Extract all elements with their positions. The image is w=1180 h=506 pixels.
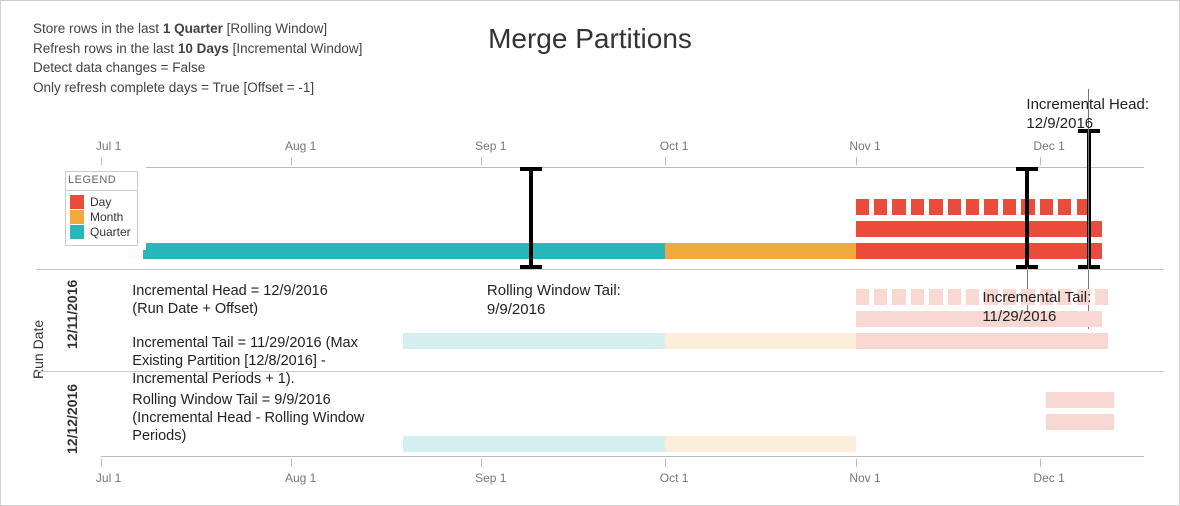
settings-line-2a: Refresh rows in the last xyxy=(33,41,178,56)
annotation-head-eq: Incremental Head = 12/9/2016 (Run Date +… xyxy=(132,282,327,318)
legend-label-month: Month xyxy=(90,210,123,224)
annotation-roll-eq: Rolling Window Tail = 9/9/2016 (Incremen… xyxy=(132,391,364,445)
tick-sep-top: Sep 1 xyxy=(475,139,506,153)
tick-jul-top: Jul 1 xyxy=(96,139,121,153)
plot-wrap: Run Date 12/11/2016 12/12/2016 Jul 1 Aug… xyxy=(36,139,1164,485)
ylabel-run2: 12/12/2016 xyxy=(64,384,80,454)
tick-sep-bot: Sep 1 xyxy=(475,471,506,485)
legend-swatch-day xyxy=(70,195,84,209)
annotation-rolling-tail: Rolling Window Tail: 9/9/2016 xyxy=(487,282,621,320)
bar-quarter-r2 xyxy=(403,436,665,452)
legend-swatch-quarter xyxy=(70,225,84,239)
settings-line-3: Detect data changes = False xyxy=(33,58,362,78)
annotation-tail-eq: Incremental Tail = 11/29/2016 (Max Exist… xyxy=(132,334,358,388)
tick-aug-bot: Aug 1 xyxy=(285,471,316,485)
settings-block: Store rows in the last 1 Quarter [Rollin… xyxy=(33,19,362,97)
bar-quarter-r1 xyxy=(403,333,665,349)
legend-label-day: Day xyxy=(90,195,111,209)
tick-oct-bot: Oct 1 xyxy=(660,471,689,485)
plot: Jul 1 Aug 1 Sep 1 Oct 1 Nov 1 Dec 1 Jul … xyxy=(101,139,1144,485)
row-main xyxy=(101,181,1144,261)
legend-swatch-month xyxy=(70,210,84,224)
bar-month-r1 xyxy=(665,333,855,349)
legend-label-quarter: Quarter xyxy=(90,225,131,239)
legend-title: LEGEND xyxy=(65,171,138,190)
annotation-incremental-tail: Incremental Tail: 11/29/2016 xyxy=(982,289,1091,327)
settings-line-2c: [Incremental Window] xyxy=(229,41,363,56)
tick-nov-top: Nov 1 xyxy=(849,139,880,153)
bar-month-main xyxy=(665,243,855,259)
settings-line-2b: 10 Days xyxy=(178,41,229,56)
settings-line-1c: [Rolling Window] xyxy=(223,21,327,36)
tick-oct-top: Oct 1 xyxy=(660,139,689,153)
tick-aug-top: Aug 1 xyxy=(285,139,316,153)
tick-jul-bot: Jul 1 xyxy=(96,471,121,485)
tick-dec-top: Dec 1 xyxy=(1033,139,1064,153)
bar-quarter-main xyxy=(143,243,666,259)
diagram-frame: Merge Partitions Store rows in the last … xyxy=(0,0,1180,506)
settings-line-4: Only refresh complete days = True [Offse… xyxy=(33,78,362,98)
ylabel-run1: 12/11/2016 xyxy=(64,280,80,349)
bar-month-r2 xyxy=(665,436,855,452)
settings-line-1a: Store rows in the last xyxy=(33,21,163,36)
legend: LEGEND Day Month Quarter xyxy=(61,167,146,250)
settings-line-1b: 1 Quarter xyxy=(163,21,223,36)
annotation-incremental-head-top: Incremental Head: 12/9/2016 xyxy=(1026,96,1149,134)
tick-nov-bot: Nov 1 xyxy=(849,471,880,485)
tick-dec-bot: Dec 1 xyxy=(1033,471,1064,485)
